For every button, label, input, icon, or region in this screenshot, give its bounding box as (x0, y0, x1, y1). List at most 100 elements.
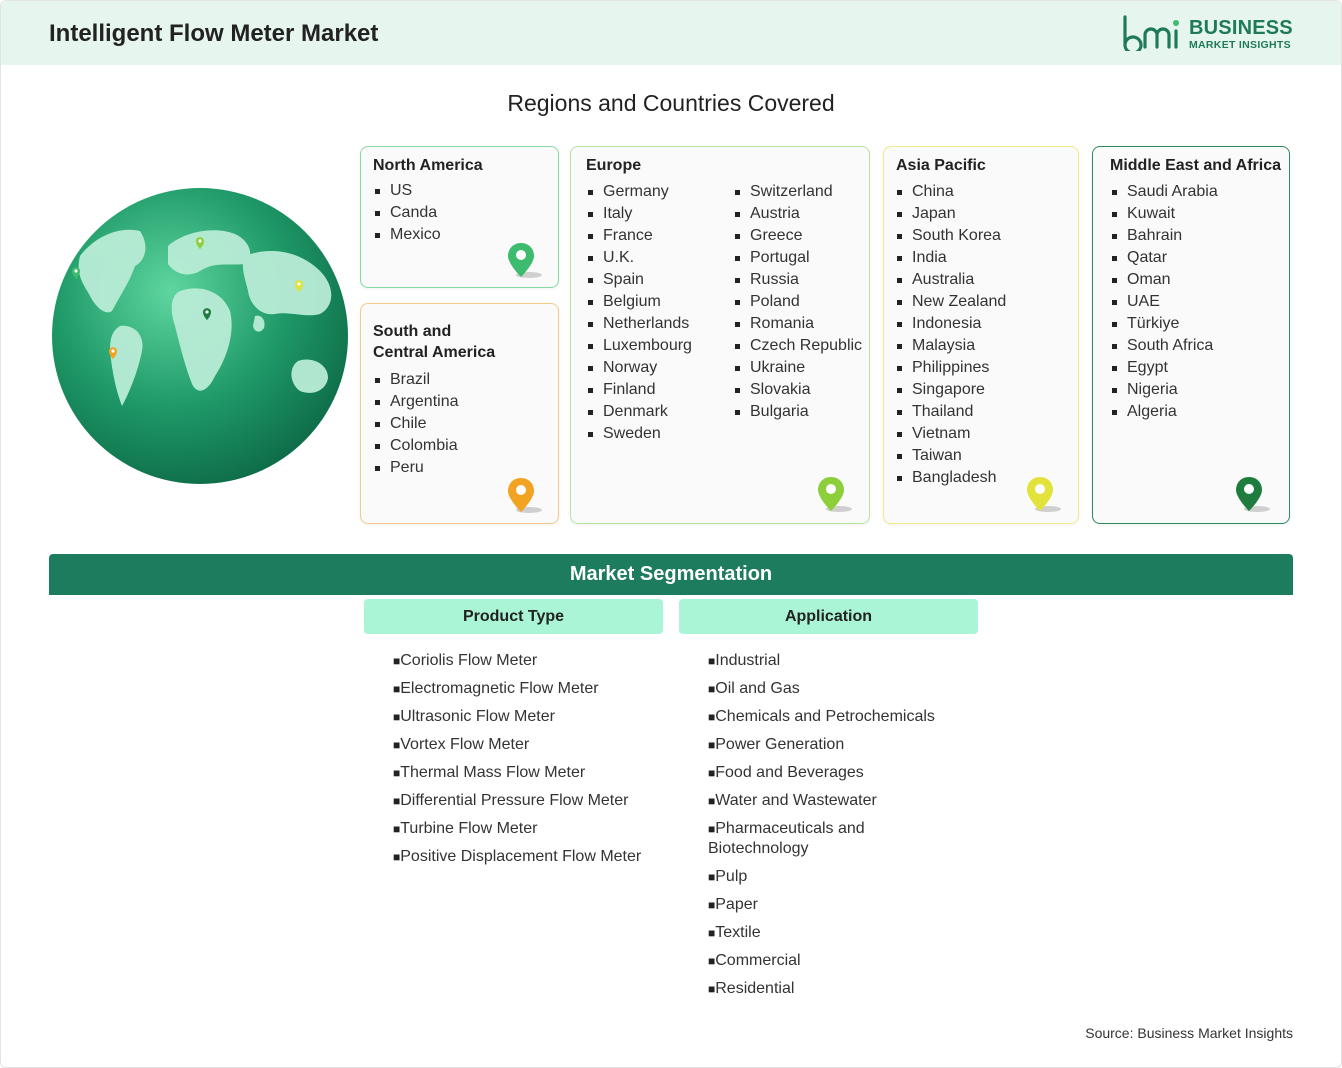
product-type-list: Coriolis Flow Meter Electromagnetic Flow… (393, 651, 658, 875)
list-item: Food and Beverages (708, 763, 973, 783)
country-list-col2: Switzerland Austria Greece Portugal Russ… (733, 181, 862, 423)
application-list: Industrial Oil and Gas Chemicals and Pet… (708, 651, 973, 1007)
list-item: Water and Wastewater (708, 791, 973, 811)
list-item: Bangladesh (895, 467, 1006, 489)
list-item: Greece (733, 225, 862, 247)
list-item: Philippines (895, 357, 1006, 379)
list-item: Russia (733, 269, 862, 291)
list-item: Australia (895, 269, 1006, 291)
list-item: Residential (708, 979, 973, 999)
list-item: Belgium (586, 291, 692, 313)
list-item: Thailand (895, 401, 1006, 423)
list-item: Romania (733, 313, 862, 335)
list-item: Austria (733, 203, 862, 225)
list-item: US (373, 180, 441, 202)
list-item: China (895, 181, 1006, 203)
region-card-south-central-america: South and Central America Brazil Argenti… (360, 303, 559, 524)
list-item: Algeria (1110, 401, 1218, 423)
list-item: Bahrain (1110, 225, 1218, 247)
list-item: Turbine Flow Meter (393, 819, 658, 839)
list-item: South Korea (895, 225, 1006, 247)
list-item: Egypt (1110, 357, 1218, 379)
segment-header-product-type: Product Type (364, 599, 663, 634)
list-item: Taiwan (895, 445, 1006, 467)
list-item: South Africa (1110, 335, 1218, 357)
list-item: Positive Displacement Flow Meter (393, 847, 658, 867)
list-item: Coriolis Flow Meter (393, 651, 658, 671)
list-item: Industrial (708, 651, 973, 671)
list-item: Textile (708, 923, 973, 943)
brand-logo: BUSINESS MARKET INSIGHTS (1121, 15, 1293, 55)
list-item: Pulp (708, 867, 973, 887)
logo-line2: MARKET INSIGHTS (1189, 39, 1291, 51)
region-title: Europe (586, 157, 642, 174)
region-title-line2: Central America (373, 344, 496, 361)
list-item: Vietnam (895, 423, 1006, 445)
list-item: Oil and Gas (708, 679, 973, 699)
country-list-col1: Germany Italy France U.K. Spain Belgium … (586, 181, 692, 445)
location-pin-icon (508, 243, 542, 278)
region-card-europe: Europe Germany Italy France U.K. Spain B… (570, 146, 870, 524)
list-item: Peru (373, 457, 459, 479)
list-item: Sweden (586, 423, 692, 445)
list-item: Switzerland (733, 181, 862, 203)
list-item: Vortex Flow Meter (393, 735, 658, 755)
list-item: Nigeria (1110, 379, 1218, 401)
country-list: China Japan South Korea India Australia … (895, 181, 1006, 489)
logo-line1: BUSINESS (1189, 17, 1293, 39)
list-item: Argentina (373, 391, 459, 413)
list-item: Czech Republic (733, 335, 862, 357)
list-item: Colombia (373, 435, 459, 457)
regions-heading: Regions and Countries Covered (507, 90, 835, 116)
list-item: Qatar (1110, 247, 1218, 269)
list-item: Luxembourg (586, 335, 692, 357)
list-item: Singapore (895, 379, 1006, 401)
list-item: India (895, 247, 1006, 269)
list-item: Japan (895, 203, 1006, 225)
list-item: Ultrasonic Flow Meter (393, 707, 658, 727)
location-pin-icon (508, 478, 542, 513)
region-card-middle-east-africa: Middle East and Africa Saudi Arabia Kuwa… (1092, 146, 1290, 524)
list-item: Power Generation (708, 735, 973, 755)
list-item: Finland (586, 379, 692, 401)
location-pin-icon (1027, 477, 1061, 512)
list-item: Italy (586, 203, 692, 225)
page-header: Intelligent Flow Meter Market BUSINESS M… (1, 1, 1341, 65)
list-item: Portugal (733, 247, 862, 269)
list-item: Brazil (373, 369, 459, 391)
list-item: Electromagnetic Flow Meter (393, 679, 658, 699)
list-item: Kuwait (1110, 203, 1218, 225)
region-card-asia-pacific: Asia Pacific China Japan South Korea Ind… (883, 146, 1079, 524)
source-note: Source: Business Market Insights (1085, 1025, 1293, 1041)
list-item: Thermal Mass Flow Meter (393, 763, 658, 783)
country-list: Saudi Arabia Kuwait Bahrain Qatar Oman U… (1110, 181, 1218, 423)
list-item: Türkiye (1110, 313, 1218, 335)
list-item: UAE (1110, 291, 1218, 313)
region-title: Asia Pacific (896, 157, 986, 174)
list-item: Slovakia (733, 379, 862, 401)
page-title: Intelligent Flow Meter Market (49, 20, 379, 47)
region-title: South and Central America (373, 321, 495, 363)
list-item: Denmark (586, 401, 692, 423)
list-item: Commercial (708, 951, 973, 971)
list-item: Norway (586, 357, 692, 379)
list-item: Pharmaceuticals and Biotechnology (708, 819, 908, 859)
region-card-north-america: North America US Canda Mexico (360, 146, 559, 288)
list-item: Malaysia (895, 335, 1006, 357)
list-item: Chemicals and Petrochemicals (708, 707, 973, 727)
region-title: North America (373, 157, 483, 174)
list-item: Oman (1110, 269, 1218, 291)
list-item: U.K. (586, 247, 692, 269)
list-item: Paper (708, 895, 973, 915)
list-item: Chile (373, 413, 459, 435)
globe-icon (52, 188, 348, 484)
list-item: Differential Pressure Flow Meter (393, 791, 658, 811)
list-item: Mexico (373, 224, 441, 246)
region-title: Middle East and Africa (1110, 157, 1281, 174)
bmi-logo-icon (1123, 15, 1179, 51)
list-item: Bulgaria (733, 401, 862, 423)
country-list: Brazil Argentina Chile Colombia Peru (373, 369, 459, 479)
list-item: France (586, 225, 692, 247)
segment-header-application: Application (679, 599, 978, 634)
list-item: Germany (586, 181, 692, 203)
